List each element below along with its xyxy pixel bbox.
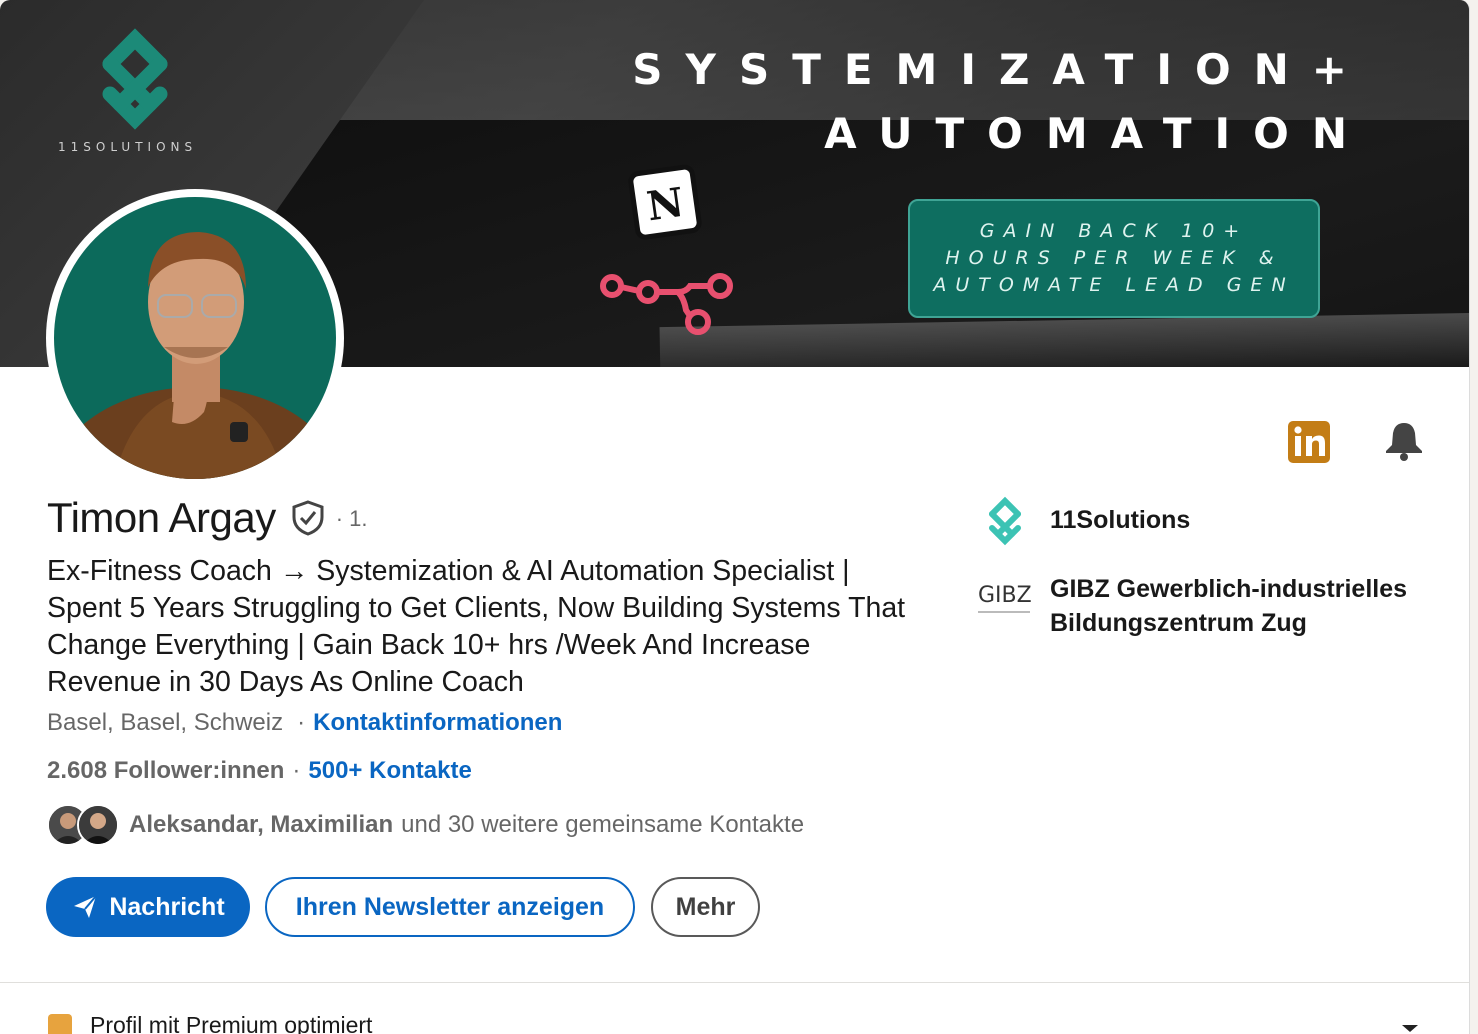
connections-link[interactable]: 500+ Kontakte xyxy=(308,757,471,785)
message-button-label: Nachricht xyxy=(109,892,225,921)
location-row: Basel, Basel, Schweiz · Kontaktinformati… xyxy=(47,709,562,737)
bell-icon[interactable] xyxy=(1382,418,1426,462)
profile-photo[interactable] xyxy=(46,189,344,487)
separator: · xyxy=(297,709,306,736)
mutual-avatars xyxy=(47,803,123,847)
person-portrait-icon xyxy=(54,232,336,479)
banner-headline-line2: AUTOMATION xyxy=(824,109,1370,158)
current-company[interactable]: 11Solutions xyxy=(978,494,1190,548)
profile-card: 11SOLUTIONS SYSTEMIZATION+ AUTOMATION N … xyxy=(0,0,1470,1034)
premium-optimized-row[interactable]: Profil mit Premium optimiert xyxy=(48,1012,372,1034)
message-button[interactable]: Nachricht xyxy=(46,877,250,937)
send-icon xyxy=(74,895,98,918)
education-school[interactable]: GIBZ GIBZ Gewerblich-industrielles Bildu… xyxy=(978,572,1440,640)
mutual-connections[interactable]: Aleksandar, Maximilian und 30 weitere ge… xyxy=(47,803,804,847)
more-button[interactable]: Mehr xyxy=(651,877,760,937)
verified-shield-icon[interactable] xyxy=(290,499,326,537)
profile-headline: Ex-Fitness Coach → Systemization & AI Au… xyxy=(47,555,906,698)
profile-name: Timon Argay xyxy=(47,494,276,541)
premium-badge-icon xyxy=(48,1013,72,1034)
linkedin-premium-icon[interactable] xyxy=(1288,421,1330,463)
11solutions-logo-icon xyxy=(989,496,1021,546)
followers-count: 2.608 Follower:innen xyxy=(47,757,285,784)
n8n-workflow-icon xyxy=(600,273,733,335)
section-divider xyxy=(0,982,1469,983)
11solutions-logo-icon xyxy=(102,28,168,130)
separator: · xyxy=(292,757,301,784)
name-row: Timon Argay · 1. xyxy=(47,494,368,542)
mutual-rest: und 30 weitere gemeinsame Kontakte xyxy=(401,811,805,838)
gibz-logo-icon: GIBZ xyxy=(978,572,1032,626)
banner-headline: SYSTEMIZATION+ AUTOMATION xyxy=(632,38,1370,166)
chevron-down-icon[interactable] xyxy=(1398,1016,1422,1034)
premium-label: Profil mit Premium optimiert xyxy=(90,1012,373,1034)
mutual-names: Aleksandar, Maximilian xyxy=(129,811,394,838)
logo-divider xyxy=(978,611,1030,613)
profile-location: Basel, Basel, Schweiz xyxy=(47,709,284,736)
gibz-logo-text: GIBZ xyxy=(978,583,1032,608)
banner-headline-line1: SYSTEMIZATION+ xyxy=(632,45,1370,94)
view-newsletter-button[interactable]: Ihren Newsletter anzeigen xyxy=(265,877,635,937)
banner-cta-box: GAIN BACK 10+ HOURS PER WEEK & AUTOMATE … xyxy=(908,199,1320,318)
avatar xyxy=(77,804,119,846)
svg-text:N: N xyxy=(644,179,687,231)
profile-photo-image xyxy=(54,197,336,479)
followers-row: 2.608 Follower:innen · 500+ Kontakte xyxy=(47,757,472,785)
connection-degree: · 1. xyxy=(335,506,368,531)
notion-icon: N xyxy=(628,164,702,240)
brand-name: 11SOLUTIONS xyxy=(58,140,198,154)
company-name: 11Solutions xyxy=(1050,506,1191,534)
contact-info-link[interactable]: Kontaktinformationen xyxy=(313,709,562,737)
school-name: GIBZ Gewerblich-industrielles Bildungsze… xyxy=(1050,575,1408,637)
